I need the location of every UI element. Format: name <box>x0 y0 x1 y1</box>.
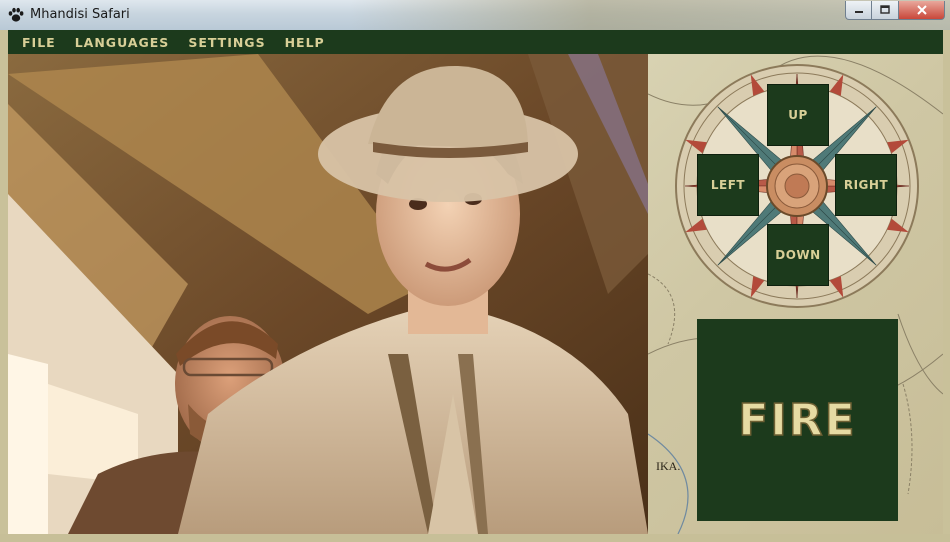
control-panel: IKA. UP LEFT RIGHT DOWN FIRE <box>648 54 943 534</box>
down-button[interactable]: DOWN <box>767 224 829 286</box>
minimize-button[interactable] <box>845 1 872 20</box>
title-bar: Mhandisi Safari <box>0 0 950 30</box>
close-icon <box>916 5 927 15</box>
fire-label: FIRE <box>738 394 857 447</box>
menu-help[interactable]: HELP <box>285 35 325 50</box>
close-button[interactable] <box>899 1 945 20</box>
menu-languages[interactable]: LANGUAGES <box>75 35 170 50</box>
menu-file[interactable]: FILE <box>22 35 56 50</box>
camera-feed <box>8 54 648 534</box>
minimize-icon <box>854 11 863 13</box>
left-button[interactable]: LEFT <box>697 154 759 216</box>
paw-icon <box>8 7 24 22</box>
menu-settings[interactable]: SETTINGS <box>188 35 265 50</box>
maximize-icon <box>880 5 890 14</box>
window-frame-bottom <box>0 534 950 542</box>
maximize-button[interactable] <box>872 1 899 20</box>
map-label-ika: IKA. <box>656 459 680 473</box>
fire-button[interactable]: FIRE <box>697 319 898 521</box>
window-frame-right <box>943 30 950 534</box>
right-button[interactable]: RIGHT <box>835 154 897 216</box>
window-frame-left <box>0 30 8 534</box>
camera-feed-image <box>8 54 648 534</box>
window-controls <box>845 1 945 21</box>
up-button[interactable]: UP <box>767 84 829 146</box>
window-title: Mhandisi Safari <box>30 7 130 22</box>
menu-bar: FILE LANGUAGES SETTINGS HELP <box>8 30 943 54</box>
